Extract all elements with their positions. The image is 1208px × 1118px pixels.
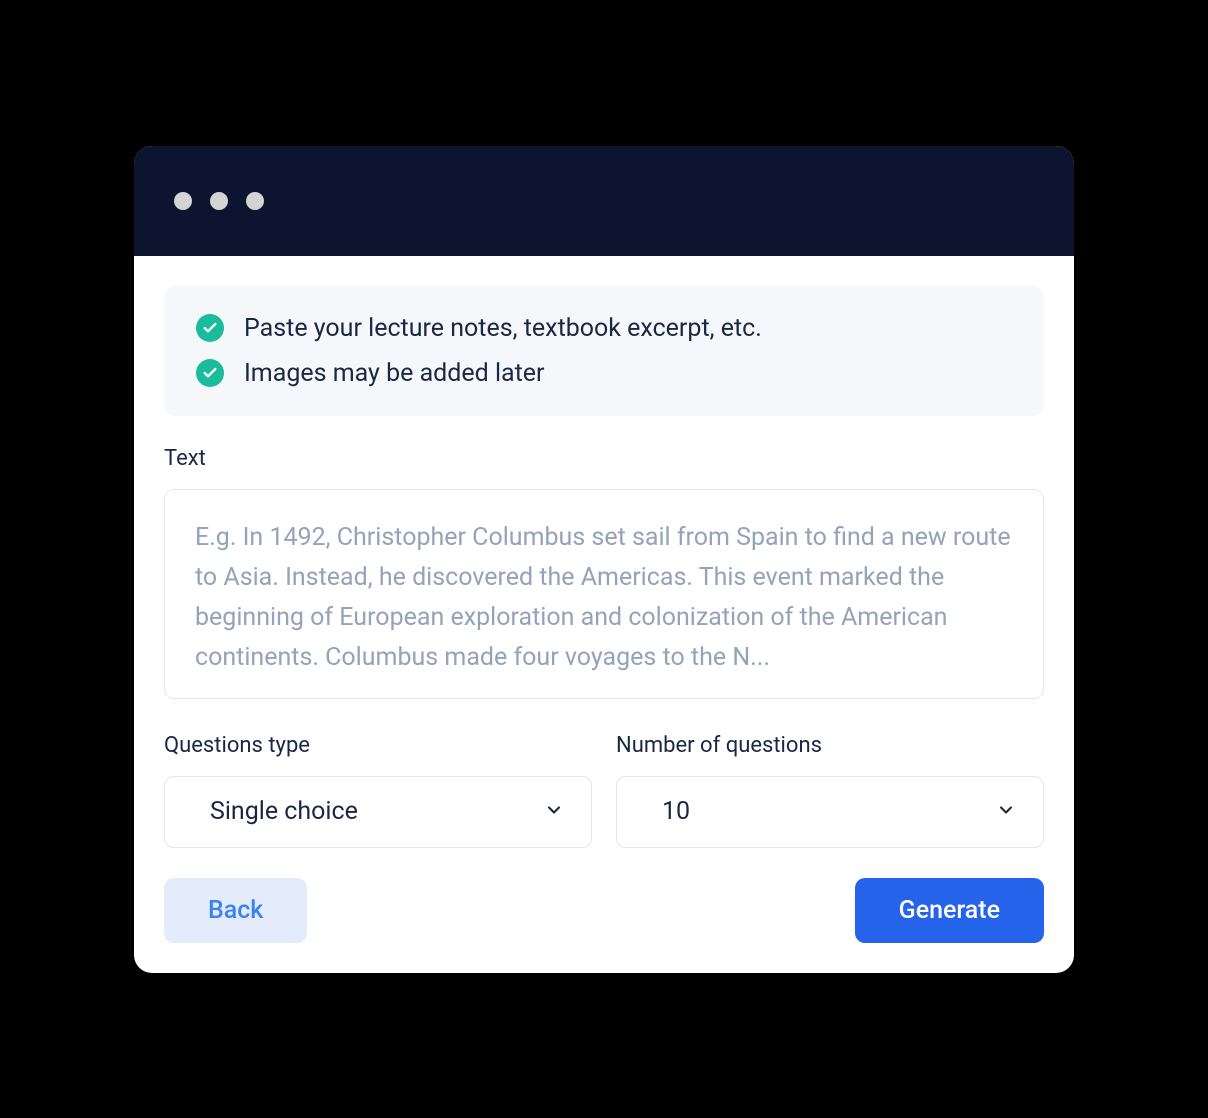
number-of-questions-label: Number of questions	[616, 733, 1044, 758]
titlebar	[134, 146, 1074, 256]
questions-type-select[interactable]: Single choice	[164, 776, 592, 848]
generate-button[interactable]: Generate	[855, 878, 1044, 943]
check-icon	[196, 359, 224, 387]
number-of-questions-col: Number of questions 10	[616, 733, 1044, 848]
window-control-dot[interactable]	[246, 192, 264, 210]
back-button[interactable]: Back	[164, 878, 307, 943]
check-icon	[196, 314, 224, 342]
questions-type-select-wrapper: Single choice	[164, 776, 592, 848]
info-text: Paste your lecture notes, textbook excer…	[244, 314, 762, 343]
number-of-questions-select[interactable]: 10	[616, 776, 1044, 848]
info-item: Paste your lecture notes, textbook excer…	[196, 314, 1012, 343]
questions-type-col: Questions type Single choice	[164, 733, 592, 848]
info-text: Images may be added later	[244, 359, 545, 388]
number-of-questions-select-wrapper: 10	[616, 776, 1044, 848]
questions-type-label: Questions type	[164, 733, 592, 758]
content-area: Paste your lecture notes, textbook excer…	[134, 256, 1074, 973]
form-row: Questions type Single choice Number of q…	[164, 733, 1044, 848]
info-box: Paste your lecture notes, textbook excer…	[164, 286, 1044, 416]
textarea-label: Text	[164, 446, 1044, 471]
window-control-dot[interactable]	[174, 192, 192, 210]
button-row: Back Generate	[164, 878, 1044, 943]
window-control-dot[interactable]	[210, 192, 228, 210]
text-input[interactable]	[164, 489, 1044, 699]
info-item: Images may be added later	[196, 359, 1012, 388]
app-window: Paste your lecture notes, textbook excer…	[134, 146, 1074, 973]
